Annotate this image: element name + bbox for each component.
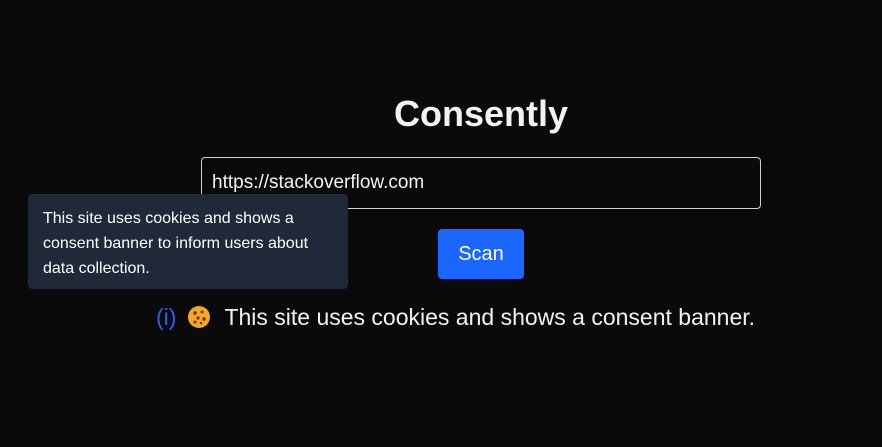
page: Consently Scan (i) This site uses cookie… [0, 0, 882, 447]
cookie-icon [186, 304, 212, 330]
info-toggle[interactable]: (i) [156, 304, 176, 331]
result-message: This site uses cookies and shows a conse… [224, 303, 756, 330]
page-title: Consently [393, 93, 569, 134]
scan-button[interactable]: Scan [438, 229, 524, 279]
info-tooltip: This site uses cookies and shows a conse… [28, 194, 348, 289]
tooltip-text: This site uses cookies and shows a conse… [43, 210, 309, 277]
scan-result: (i) This site uses cookies and shows a c… [156, 302, 755, 332]
